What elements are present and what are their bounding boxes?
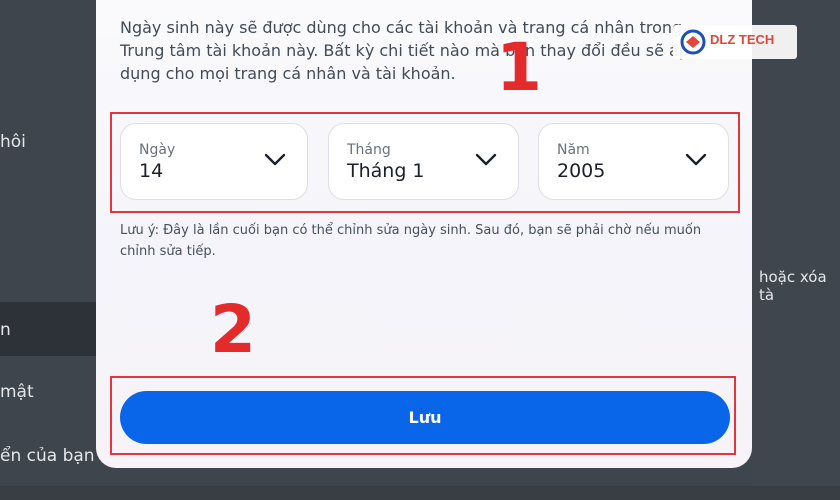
chevron-down-icon — [475, 153, 497, 166]
day-select-value: 14 — [139, 160, 164, 182]
background-bottom-strip — [0, 486, 840, 500]
step-1-marker: 1 — [496, 29, 542, 106]
dialog-description: Ngày sinh này sẽ được dùng cho các tài k… — [120, 18, 689, 83]
dlz-logo-icon — [680, 29, 706, 55]
month-select-label: Tháng — [347, 142, 391, 158]
chevron-down-icon — [685, 153, 707, 166]
logo-text: DLZ TECH — [710, 32, 775, 47]
background-menu-item: n — [0, 320, 11, 340]
edit-limit-note: Lưu ý: Đây là lần cuối bạn có thể chỉnh … — [120, 223, 702, 259]
year-select-label: Năm — [557, 142, 590, 158]
year-select[interactable]: Năm 2005 — [538, 123, 729, 200]
month-select-value: Tháng 1 — [347, 160, 425, 182]
background-menu-item: hôi — [0, 132, 26, 152]
day-select[interactable]: Ngày 14 — [120, 123, 308, 200]
chevron-down-icon — [264, 153, 286, 166]
background-right-text: hoặc xóa tà — [759, 268, 827, 304]
background-right-panel — [752, 0, 840, 500]
day-select-label: Ngày — [139, 142, 176, 158]
background-menu-item: mật — [0, 382, 34, 402]
step-2-marker: 2 — [210, 291, 256, 368]
background-selected-item — [0, 302, 100, 356]
month-select[interactable]: Tháng Tháng 1 — [328, 123, 519, 200]
dlz-tech-logo: DLZ TECH — [673, 25, 797, 59]
background-menu-item: ển của bạn — [0, 446, 95, 466]
save-button[interactable]: Lưu — [120, 391, 730, 444]
birthday-dialog: Ngày sinh này sẽ được dùng cho các tài k… — [96, 0, 752, 468]
year-select-value: 2005 — [557, 160, 606, 182]
